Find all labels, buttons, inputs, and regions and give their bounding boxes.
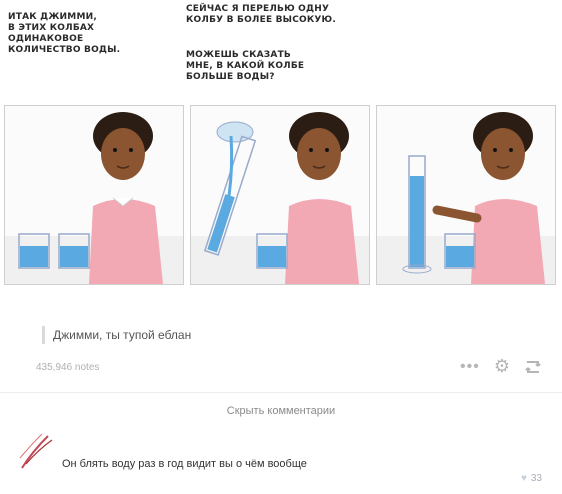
notes-count[interactable]: 435,946 notes [36, 362, 99, 373]
comic-caption-left: ИТАК ДЖИММИ, В ЭТИХ КОЛБАХ ОДИНАКОВОЕ КО… [8, 12, 121, 55]
comment-text: Он блять воду раз в год видит вы о чём в… [62, 458, 307, 470]
post-quote: Джимми, ты тупой еблан [42, 326, 191, 344]
comic-caption-right-bottom: МОЖЕШЬ СКАЗАТЬ МНЕ, В КАКОЙ КОЛБЕ БОЛЬШЕ… [186, 50, 305, 82]
likes-count: 33 [530, 473, 542, 484]
comic-panel-2 [190, 105, 370, 285]
post-actions: ••• ⚙ [460, 356, 542, 377]
divider [0, 392, 562, 393]
comic-panel-3-illustration [377, 112, 555, 284]
avatar[interactable] [18, 432, 54, 470]
comic-panel-3 [376, 105, 556, 285]
comic-panel-2-illustration [191, 112, 369, 284]
comic-panel-1-illustration [5, 112, 183, 284]
gear-icon[interactable]: ⚙ [494, 356, 510, 377]
hide-comments-link[interactable]: Скрыть комментарии [0, 405, 562, 417]
heart-icon[interactable]: ♥ [521, 473, 527, 484]
comic-panel-1 [4, 105, 184, 285]
comic-caption-right-top: СЕЙЧАС Я ПЕРЕЛЬЮ ОДНУ КОЛБУ В БОЛЕЕ ВЫСО… [186, 4, 336, 25]
comment-likes[interactable]: ♥ 33 [521, 473, 542, 484]
reblog-icon[interactable] [524, 360, 542, 374]
more-icon[interactable]: ••• [460, 358, 480, 376]
